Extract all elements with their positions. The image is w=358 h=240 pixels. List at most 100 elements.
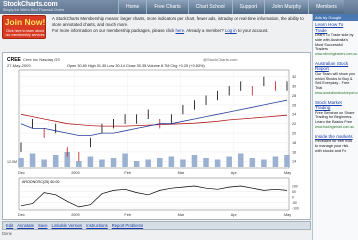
nav-chart-school[interactable]: Chart School [187, 0, 232, 14]
nav-members[interactable]: Members [308, 0, 344, 14]
indicator-y-axis: 100 500 -50-100 [292, 184, 299, 210]
ad-body: Revealed for free how to manage your ris… [315, 139, 353, 153]
x-tick-label-lower: Feb [124, 213, 131, 217]
x-tick-label-lower: Dec [18, 213, 25, 217]
nav-support[interactable]: Support [231, 0, 265, 14]
chart-source: @StockCharts.com [203, 57, 238, 62]
membership-here-link[interactable]: here [175, 28, 184, 33]
volume-bar [41, 159, 47, 167]
indicator-tick-label: -50 [292, 201, 297, 205]
x-tick-label: Apr [231, 171, 238, 175]
save-link[interactable]: Save [38, 223, 48, 228]
indicator-panel [18, 177, 290, 211]
y-tick-label: 26 [292, 103, 296, 107]
indicator-tick-label: -100 [292, 206, 299, 210]
x-tick-label-lower: May [284, 213, 291, 217]
chart-date: 27-May-2009 [7, 63, 31, 68]
ad-item[interactable]: Inside the markets Revealed for free how… [313, 133, 358, 157]
membership-line2: For more information on our membership p… [52, 28, 310, 34]
x-tick-label: Feb [124, 171, 131, 175]
volume-bar [237, 153, 244, 167]
volume-bar [157, 158, 163, 167]
membership-line1: A StockCharts Membership means: larger c… [52, 16, 304, 27]
site-header: StockCharts.com Simply the Web's Best Fi… [0, 0, 358, 14]
nav-free-charts[interactable]: Free Charts [146, 0, 188, 14]
linkable-version-link[interactable]: Linkable Version [52, 223, 83, 228]
membership-end: to your account. [237, 28, 269, 34]
membership-info: A StockCharts Membership means: larger c… [52, 16, 310, 35]
ad-body: Learn To Trade side by side with Austral… [315, 33, 354, 52]
ad-title[interactable]: Australian Stock Report [315, 61, 356, 72]
join-now-button[interactable]: Join Now! Click here to learn about our … [2, 15, 46, 39]
site-logo[interactable]: StockCharts.com [3, 1, 58, 8]
ad-body: Free Seminar on Share Trading for Beginn… [315, 110, 355, 125]
chart-company: Cree Inc Nasdaq GS [23, 57, 60, 62]
ad-body: Our Team will show you which Stocks to B… [315, 71, 356, 91]
join-subtitle: Click here to learn about our membership… [5, 29, 45, 37]
ad-url[interactable]: www.winningtraders.com.au [315, 52, 357, 57]
y-tick-label: 20 [292, 132, 296, 136]
indicator-label: AROONOSC(25) 60.00 [22, 180, 59, 184]
y-tick-label: 32 [292, 75, 296, 79]
login-link[interactable]: Log in [225, 28, 237, 33]
ad-item[interactable]: Australian Stock Report Our Team will sh… [313, 60, 358, 99]
y-tick-label: 24 [292, 113, 296, 117]
membership-suffix: . Already a member? [184, 28, 224, 34]
volume-bar [145, 159, 151, 167]
report-problems-link[interactable]: Report Problems [112, 223, 143, 228]
price-panel [18, 69, 290, 169]
price-y-axis: 32 30 28 26 24 22 20 18 16 14 [292, 75, 296, 164]
x-tick-label: Mar [178, 171, 185, 175]
ad-title[interactable]: Stock Market Trading [315, 100, 356, 111]
ad-item[interactable]: Stock Market Trading Free Seminar on Sha… [313, 99, 358, 133]
volume-bar [284, 155, 290, 167]
indicator-tick-label: 100 [292, 184, 298, 188]
x-tick-label: May [284, 171, 291, 175]
ad-url[interactable]: www.australianstockreport.com.au [315, 91, 358, 96]
nav-john-murphy[interactable]: John Murphy [264, 0, 309, 14]
ads-label[interactable]: Ads by Google [313, 14, 358, 21]
volume-bar [133, 161, 140, 167]
volume-bar [168, 156, 175, 167]
main-nav: Home Free Charts Chart School Support Jo… [118, 0, 344, 14]
volume-bar [122, 153, 128, 167]
volume-bar [226, 156, 232, 167]
ad-item[interactable]: Learn How To Trade Learn To Trade side b… [313, 21, 358, 60]
y-tick-label: 16 [292, 150, 296, 154]
stock-chart: CREE Cree Inc Nasdaq GS 27-May-2009 Open… [2, 52, 311, 220]
browser-status: Done [2, 231, 13, 236]
nav-home[interactable]: Home [118, 0, 147, 14]
x-tick-label: 2009 [71, 171, 79, 175]
chart-toolbar: Edit Annotate Save Linkable Version Inst… [2, 221, 311, 230]
membership-prefix: For more information on our membership p… [52, 28, 175, 34]
x-tick-label-lower: Mar [178, 213, 185, 217]
volume-bar [87, 156, 94, 167]
edit-link[interactable]: Edit [6, 223, 13, 228]
volume-bar [29, 153, 36, 167]
y-tick-label: 30 [292, 85, 296, 89]
ad-title[interactable]: Learn How To Trade [315, 22, 356, 33]
y-tick-label: 22 [292, 122, 296, 126]
chart-quote: Open 30.80 High 31.35 Low 30.14 Close 30… [67, 64, 205, 68]
ads-column: Ads by Google Learn How To Trade Learn T… [312, 14, 358, 240]
volume-bar [180, 159, 186, 167]
volume-bar [18, 158, 24, 167]
volume-bar [191, 155, 198, 167]
annotate-link[interactable]: Annotate [17, 223, 34, 228]
instructions-link[interactable]: Instructions [86, 223, 107, 228]
x-tick-label-lower: Apr [231, 213, 238, 217]
volume-bar [249, 158, 256, 167]
x-tick-label: Dec [18, 171, 25, 175]
y-tick-label: 28 [292, 94, 296, 98]
volume-axis-label: 12.0M [7, 160, 17, 164]
x-tick-label-lower: 2009 [71, 213, 79, 217]
indicator-tick-label: 0 [292, 195, 294, 199]
volume-bar [261, 159, 267, 167]
volume-bar [52, 155, 59, 167]
site-tagline: Simply the Web's Best Financial Charts [3, 8, 65, 12]
ad-url[interactable]: www.tradingsmart.com.au [315, 125, 356, 130]
browser-page: StockCharts.com Simply the Web's Best Fi… [0, 0, 358, 240]
y-tick-label: 14 [292, 160, 296, 164]
volume-bar [110, 158, 117, 167]
volume-bar [272, 156, 279, 167]
